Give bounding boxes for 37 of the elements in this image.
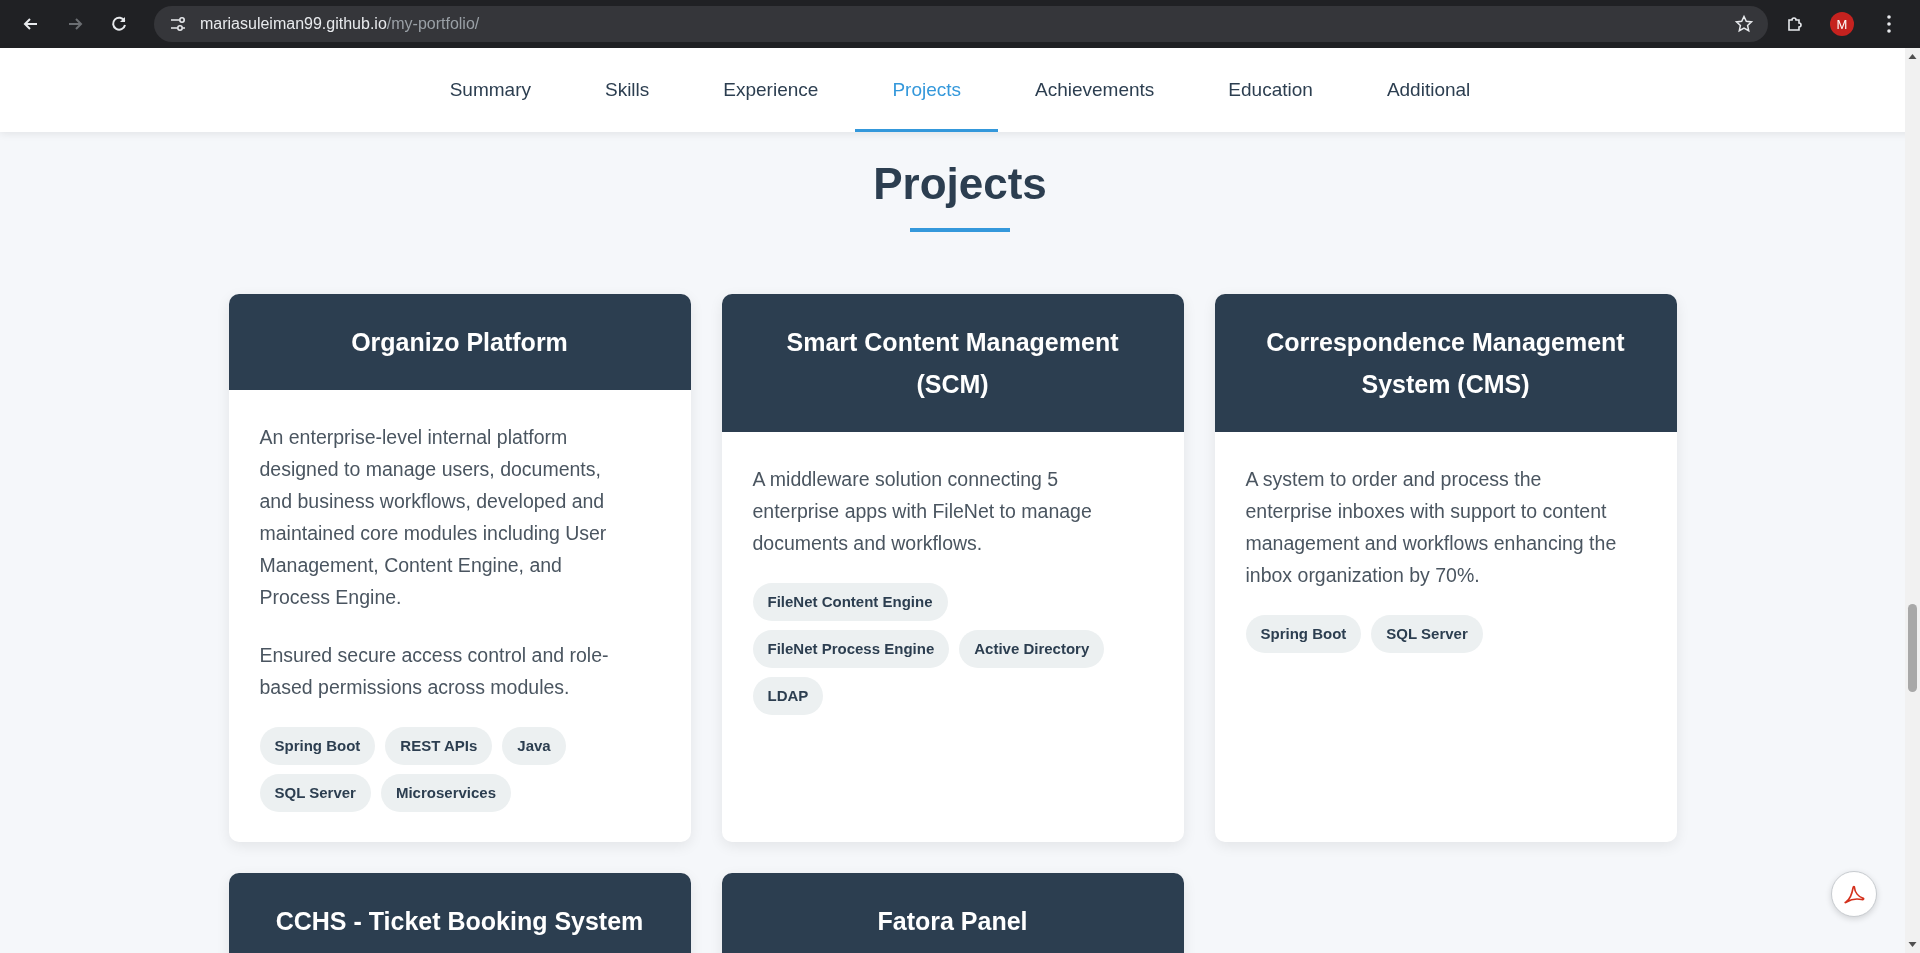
tech-tag: Active Directory bbox=[959, 630, 1105, 668]
bookmark-star-icon[interactable] bbox=[1734, 14, 1754, 34]
tech-tag: FileNet Process Engine bbox=[752, 630, 950, 668]
tech-tag: Java bbox=[502, 727, 566, 765]
url-text: mariasuleiman99.github.io/my-portfolio/ bbox=[200, 15, 480, 33]
nav-tab[interactable]: Additional bbox=[1349, 51, 1508, 132]
tech-tag: FileNet Content Engine bbox=[752, 583, 948, 621]
project-title: Fatora Panel bbox=[877, 906, 1028, 937]
tech-tag: Spring Boot bbox=[259, 727, 376, 765]
nav-tab[interactable]: Education bbox=[1191, 51, 1350, 132]
tech-tag: Spring Boot bbox=[1245, 615, 1362, 653]
site-settings-icon[interactable] bbox=[168, 14, 188, 34]
puzzle-piece-icon bbox=[1785, 14, 1805, 34]
project-title: Organizo Platform bbox=[351, 327, 568, 358]
project-title: CCHS - Ticket Booking System bbox=[275, 906, 644, 937]
nav-tab[interactable]: Skills bbox=[567, 51, 687, 132]
project-description: A system to order and process the enterprise inboxes with support to content management and workflows enhancing the inbox organization by 70%. bbox=[1245, 467, 1618, 588]
tech-tag: LDAP bbox=[752, 677, 824, 715]
address-bar[interactable]: mariasuleiman99.github.io/my-portfolio/ bbox=[154, 6, 1768, 42]
tech-tag: SQL Server bbox=[259, 774, 371, 812]
nav-tab[interactable]: Achievements bbox=[998, 51, 1192, 132]
nav-tab[interactable]: Experience bbox=[686, 51, 856, 132]
project-description: A middleware solution connecting 5 enterprise apps with FileNet to manage documents and workflows. bbox=[752, 467, 1093, 556]
profile-avatar[interactable]: M bbox=[1830, 12, 1854, 36]
scrollbar-drawing[interactable] bbox=[1905, 48, 1920, 953]
kebab-menu-icon bbox=[1887, 15, 1891, 33]
tech-tag: Microservices bbox=[380, 774, 512, 812]
tech-tag: REST APIs bbox=[385, 727, 493, 765]
project-description: Ensured secure access control and role-based permissions across modules. bbox=[259, 643, 610, 700]
pdf-download-button[interactable] bbox=[1831, 871, 1877, 917]
section-heading: Projects bbox=[873, 158, 1047, 210]
reload-icon bbox=[109, 14, 129, 34]
project-description: An enterprise-level internal platform designed to manage users, documents, and business workflows, developed and maintained core modules including User Management, Content Engine, and Process Engine. bbox=[259, 425, 608, 610]
nav-tab[interactable]: Summary bbox=[412, 51, 568, 132]
project-title: Smart Content Management (SCM) bbox=[785, 327, 1120, 400]
project-title: Correspondence Management System (CMS) bbox=[1265, 327, 1626, 400]
tech-tag: SQL Server bbox=[1371, 615, 1483, 653]
